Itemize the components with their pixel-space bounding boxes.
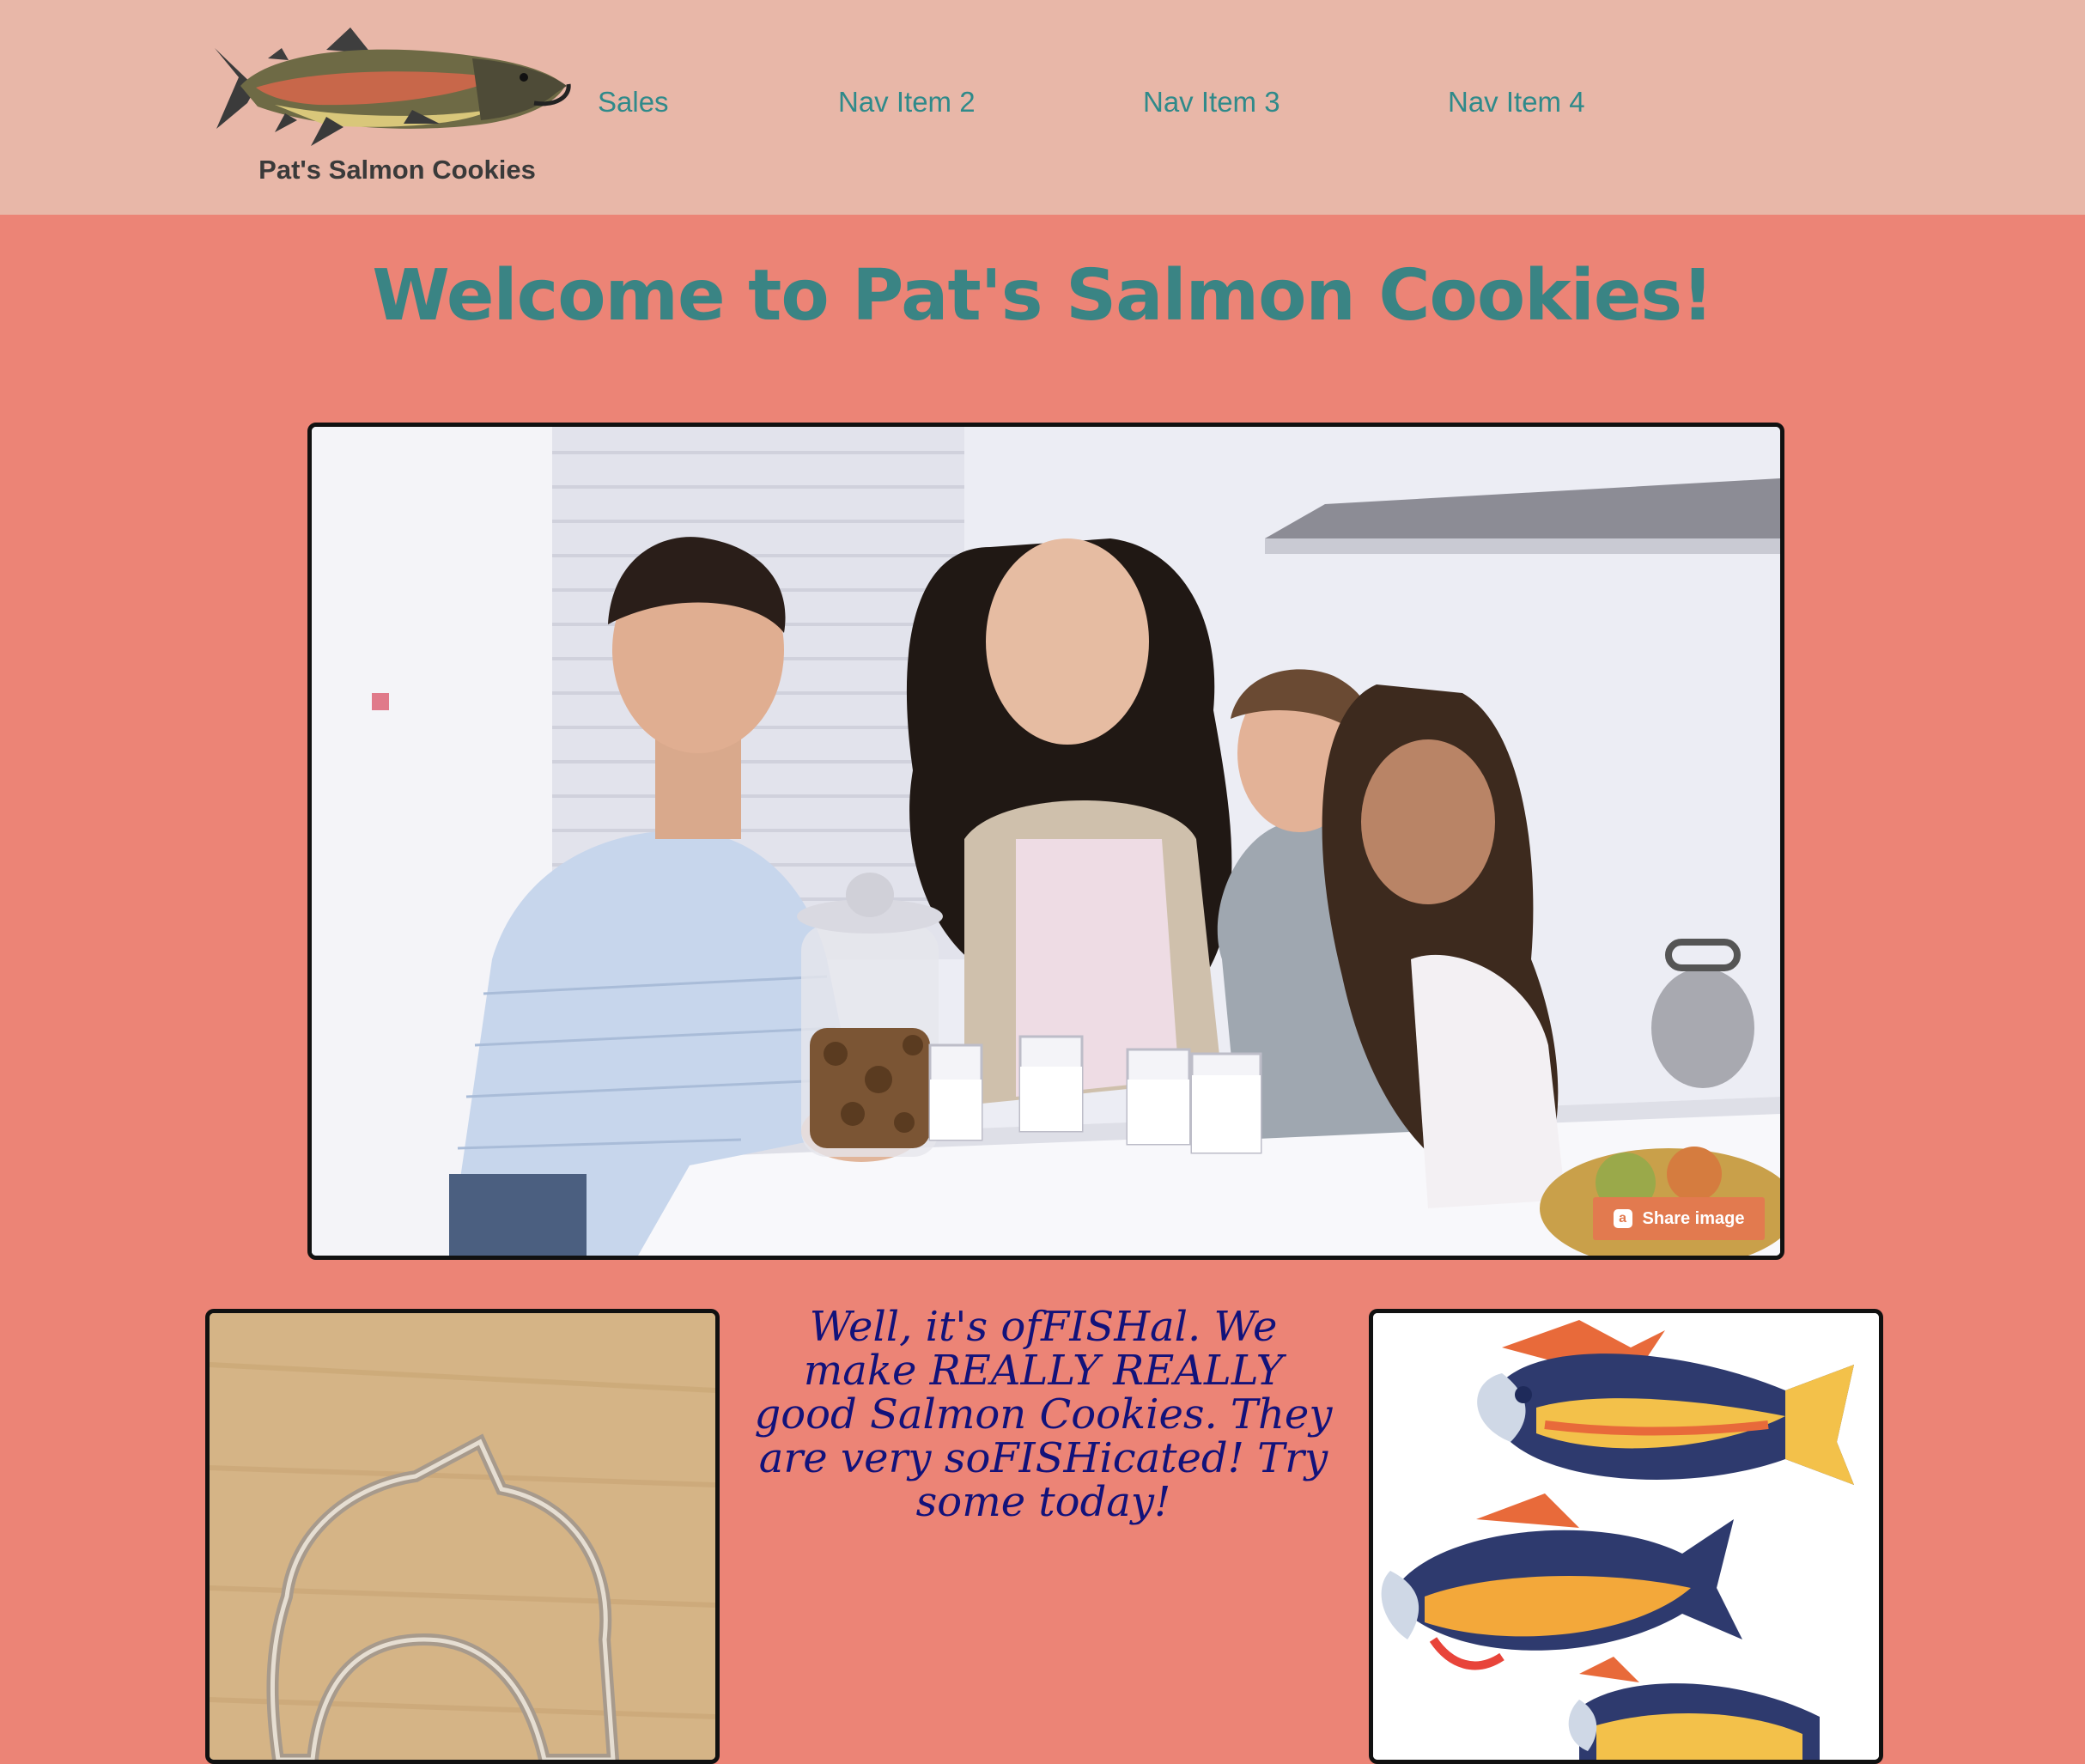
cookie-cutter-image [205,1309,720,1764]
fish-cookies-image [1369,1309,1883,1764]
salmon-cookie-cutter-photo [210,1313,715,1760]
decorated-fish-cookies-photo [1373,1313,1879,1760]
share-app-icon: a [1613,1209,1632,1228]
nav-item-2[interactable]: Nav Item 2 [838,88,976,116]
hero-family-image: a Share image [307,423,1784,1260]
nav-item-sales[interactable]: Sales [598,88,669,116]
salmon-logo-icon [215,27,571,146]
share-label: Share image [1642,1208,1745,1228]
nav-item-4[interactable]: Nav Item 4 [1448,88,1585,116]
page-title: Welcome to Pat's Salmon Cookies! [372,255,1713,337]
share-image-button[interactable]: a Share image [1593,1197,1765,1240]
site-logo[interactable]: Pat's Salmon Cookies [215,24,575,196]
nav-item-3[interactable]: Nav Item 3 [1143,88,1280,116]
family-kitchen-photo [312,427,1780,1256]
site-header: Pat's Salmon Cookies Sales Nav Item 2 Na… [0,0,2085,215]
logo-text: Pat's Salmon Cookies [258,155,536,185]
tagline-text: Well, it's ofFISHal. We make REALLY REAL… [754,1303,1333,1526]
